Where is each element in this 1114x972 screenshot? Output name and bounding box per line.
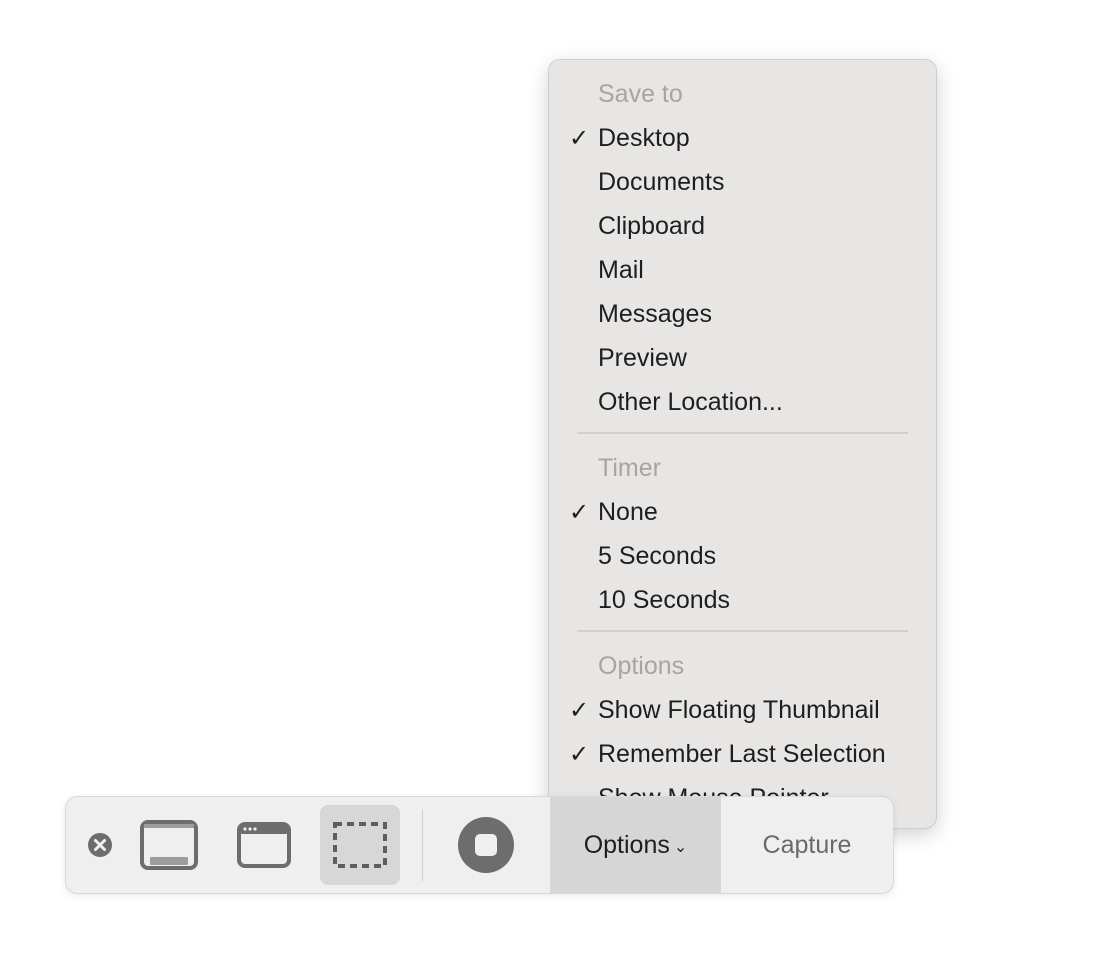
capture-window-button[interactable] bbox=[233, 817, 295, 873]
options-menu: Save to ✓ Desktop Documents Clipboard Mai… bbox=[548, 59, 937, 829]
menu-item-5-seconds[interactable]: 5 Seconds bbox=[549, 534, 936, 578]
checkmark-icon: ✓ bbox=[568, 124, 590, 152]
options-button[interactable]: Options ⌄ bbox=[550, 797, 721, 893]
menu-item-10-seconds[interactable]: 10 Seconds bbox=[549, 578, 936, 622]
section-header-options: Options bbox=[598, 651, 685, 680]
menu-item-documents[interactable]: Documents bbox=[549, 160, 936, 204]
capture-entire-screen-icon bbox=[140, 820, 198, 870]
menu-item-messages[interactable]: Messages bbox=[549, 292, 936, 336]
capture-entire-screen-button[interactable] bbox=[138, 817, 200, 873]
chevron-down-icon: ⌄ bbox=[673, 839, 688, 856]
record-button[interactable] bbox=[456, 815, 516, 875]
close-button[interactable] bbox=[88, 833, 112, 857]
menu-item-show-floating-thumbnail[interactable]: ✓ Show Floating Thumbnail bbox=[549, 688, 936, 732]
capture-button[interactable]: Capture bbox=[722, 797, 892, 893]
menu-item-preview[interactable]: Preview bbox=[549, 336, 936, 380]
menu-item-timer-none[interactable]: ✓ None bbox=[549, 490, 936, 534]
toolbar-divider bbox=[422, 809, 423, 881]
close-icon bbox=[88, 833, 112, 857]
menu-item-desktop[interactable]: ✓ Desktop bbox=[549, 116, 936, 160]
section-header-save-to: Save to bbox=[598, 79, 683, 108]
menu-item-remember-last-selection[interactable]: ✓ Remember Last Selection bbox=[549, 732, 936, 776]
section-header-timer: Timer bbox=[598, 453, 661, 482]
capture-selection-button[interactable] bbox=[320, 805, 400, 885]
capture-window-icon bbox=[237, 822, 291, 868]
menu-separator bbox=[577, 630, 908, 632]
menu-separator bbox=[577, 432, 908, 434]
checkmark-icon: ✓ bbox=[568, 740, 590, 768]
checkmark-icon: ✓ bbox=[568, 696, 590, 724]
screenshot-toolbar: Options ⌄ Capture bbox=[65, 796, 894, 894]
record-icon bbox=[458, 817, 514, 873]
capture-selection-icon bbox=[333, 822, 387, 868]
menu-item-mail[interactable]: Mail bbox=[549, 248, 936, 292]
checkmark-icon: ✓ bbox=[568, 498, 590, 526]
menu-item-clipboard[interactable]: Clipboard bbox=[549, 204, 936, 248]
menu-item-other-location[interactable]: Other Location... bbox=[549, 380, 936, 424]
